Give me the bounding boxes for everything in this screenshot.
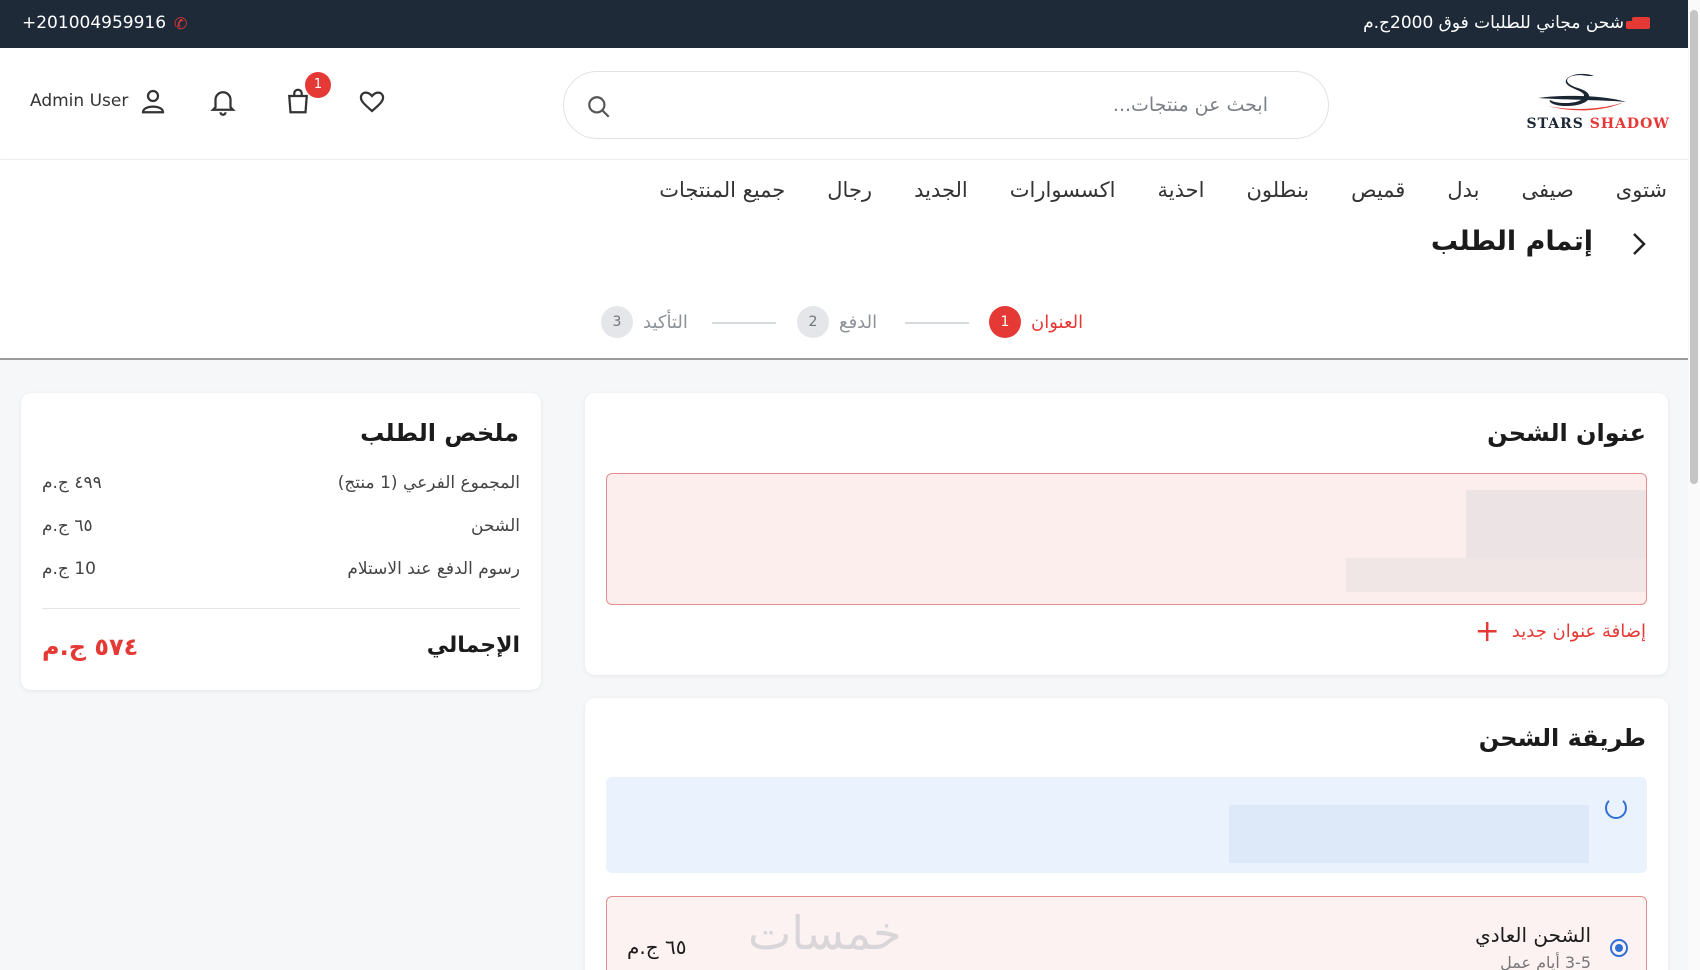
nav-item-all-products[interactable]: جميع المنتجات [659,178,785,202]
nav-item-accessories[interactable]: اكسسوارات [1010,178,1116,202]
site-header: STARS SHADOW Admin User 1 [0,48,1700,160]
step-label: الدفع [839,311,878,333]
shipping-method-title: طريقة الشحن [1478,724,1646,752]
step-connector [905,322,969,324]
category-nav: شتوى صيفى بدل قميص بنطلون احذية اكسسوارا… [0,160,1700,226]
address-redacted-block [1346,558,1646,592]
shipping-option-radio[interactable] [1610,939,1628,957]
step-payment: 2 الدفع [797,306,877,338]
truck-icon [1626,17,1650,29]
logo-mark-icon [1538,73,1626,111]
plus-icon: + [1474,613,1500,649]
watermark: خمسات [748,906,902,960]
summary-row-value: 10 ج.م [42,559,96,579]
summary-total: الإجمالي ٥٧٤ ج.م [42,633,520,667]
category-list: شتوى صيفى بدل قميص بنطلون احذية اكسسوارا… [659,178,1667,202]
summary-row-value: ٤٩٩ ج.م [42,473,102,493]
checkout-header: إتمام الطلب 1 العنوان 2 الدفع 3 التأكيد [0,226,1700,360]
scrollbar-thumb[interactable] [1690,10,1698,484]
cart-button[interactable]: 1 [283,72,331,120]
step-label: العنوان [1031,311,1084,333]
user-name: Admin User [30,91,129,111]
shipping-option-price: ٦٥ ج.م [627,935,687,959]
step-address: 1 العنوان [989,306,1083,338]
page-title: إتمام الطلب [1430,226,1593,257]
shipping-address-card: عنوان الشحن + إضافة عنوان جديد [585,393,1668,675]
nav-item-pants[interactable]: بنطلون [1246,178,1309,202]
phone-number[interactable]: +201004959916 [22,13,166,33]
phone-icon: ✆ [174,13,188,33]
shipping-notice [606,777,1647,873]
nav-item-shirts[interactable]: قميص [1351,178,1405,202]
total-value: ٥٧٤ ج.م [42,633,139,661]
summary-row-label: المجموع الفرعي (1 منتج) [337,473,520,493]
site-logo[interactable]: STARS SHADOW [1492,72,1670,138]
user-icon [142,89,165,114]
add-address-button[interactable]: + إضافة عنوان جديد [1474,613,1646,649]
summary-divider [42,608,520,609]
user-account-button[interactable]: Admin User [30,86,168,116]
search-input[interactable] [708,90,1268,120]
logo-wordmark: STARS SHADOW [1526,116,1670,132]
top-announcement-bar: شحن مجاني للطلبات فوق 2000ج.م +201004959… [0,0,1700,48]
free-shipping-promo: شحن مجاني للطلبات فوق 2000ج.م [1363,13,1650,33]
step-connector [712,322,776,324]
nav-item-winter[interactable]: شتوى [1616,178,1667,202]
shipping-address-title: عنوان الشحن [1487,419,1646,447]
account-menu[interactable]: Admin User [30,86,168,116]
summary-row-subtotal: المجموع الفرعي (1 منتج) ٤٩٩ ج.م [42,473,520,499]
step-confirmation: 3 التأكيد [601,306,688,338]
shipping-option-name: الشحن العادي [1475,923,1591,947]
nav-item-suits[interactable]: بدل [1447,178,1479,202]
summary-row-value: ٦٥ ج.م [42,516,93,536]
nav-item-men[interactable]: رجال [827,178,872,202]
search-bar [563,71,1329,139]
step-label: التأكيد [643,311,688,333]
checkout-stepper: 1 العنوان 2 الدفع 3 التأكيد [0,306,1700,342]
order-summary-card: ملخص الطلب المجموع الفرعي (1 منتج) ٤٩٩ ج… [21,393,541,690]
notice-redacted-block [1229,805,1589,863]
step-number: 3 [601,306,633,338]
nav-item-new[interactable]: الجديد [914,178,968,202]
nav-item-shoes[interactable]: احذية [1158,178,1205,202]
summary-row-shipping: الشحن ٦٥ ج.م [42,516,520,542]
total-label: الإجمالي [426,633,520,658]
chevron-right-icon[interactable] [1628,230,1650,258]
page-scrollbar[interactable] [1688,0,1700,970]
heart-icon[interactable] [357,86,387,116]
add-address-label: إضافة عنوان جديد [1511,621,1646,642]
address-redacted-block [1466,490,1646,560]
search-icon[interactable] [586,94,612,120]
contact-phone[interactable]: +201004959916 ✆ [22,13,187,33]
summary-row-label: رسوم الدفع عند الاستلام [347,559,520,579]
bell-icon[interactable] [208,86,238,116]
shipping-option-duration: 3-5 أيام عمل [1500,953,1591,970]
step-number: 1 [989,306,1021,338]
summary-row-label: الشحن [471,516,520,536]
cart-count-badge: 1 [305,72,331,98]
promo-text: شحن مجاني للطلبات فوق 2000ج.م [1363,13,1624,33]
summary-row-cod-fee: رسوم الدفع عند الاستلام 10 ج.م [42,559,520,585]
order-summary-title: ملخص الطلب [360,419,519,447]
address-option[interactable] [606,473,1647,605]
loading-spinner-icon [1605,797,1627,819]
step-number: 2 [797,306,829,338]
nav-item-summer[interactable]: صيفى [1521,178,1573,202]
